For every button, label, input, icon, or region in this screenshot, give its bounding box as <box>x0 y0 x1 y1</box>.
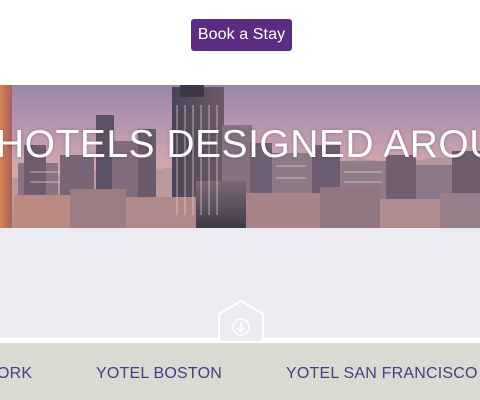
location-link-san-francisco[interactable]: YOTEL SAN FRANCISCO (C <box>286 365 480 383</box>
location-nav: ORK YOTEL BOSTON YOTEL SAN FRANCISCO (C <box>0 341 480 400</box>
location-link-boston[interactable]: YOTEL BOSTON <box>96 365 222 383</box>
page: Book a Stay HOTELS DESIGNED AROU ORK YOT… <box>0 0 480 400</box>
hero-title: HOTELS DESIGNED AROU <box>0 123 480 166</box>
location-link-new-york[interactable]: ORK <box>0 365 32 383</box>
hero-banner: HOTELS DESIGNED AROU <box>0 85 480 228</box>
header: Book a Stay <box>0 0 480 85</box>
book-a-stay-button[interactable]: Book a Stay <box>191 19 292 51</box>
